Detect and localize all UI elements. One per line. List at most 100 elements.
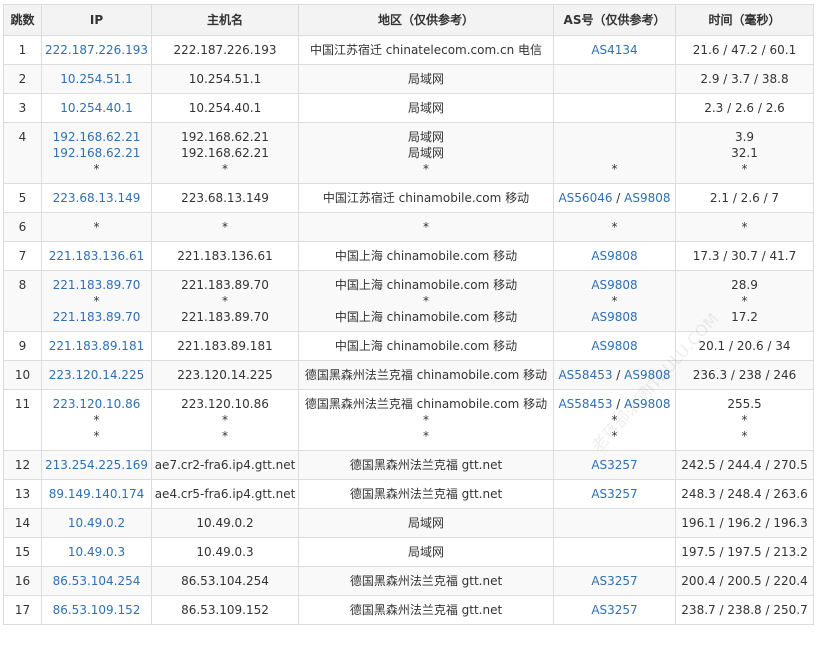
ip-link[interactable]: 86.53.104.254 <box>44 573 149 589</box>
region-text: 局域网 <box>407 72 444 86</box>
hostname-text: 223.68.13.149 <box>181 191 269 205</box>
ip-link[interactable]: 223.120.10.86 <box>44 396 149 412</box>
as-separator: / <box>612 368 625 382</box>
ip-cell: 86.53.109.152 <box>41 595 152 625</box>
time-text: 236.3 / 238 / 246 <box>692 368 797 382</box>
time-cell: 2.3 / 2.6 / 2.6 <box>675 93 814 123</box>
region-text: 局域网 <box>407 545 444 559</box>
region-cell: 德国黑森州法兰克福 gtt.net <box>298 595 554 625</box>
time-cell: 255.5 * * <box>675 389 814 451</box>
time-text: 255.5 <box>727 397 762 411</box>
hostname-text: 10.254.40.1 <box>188 101 262 115</box>
table-row: 1 222.187.226.193 222.187.226.193 中国江苏宿迁 ch… <box>3 35 814 65</box>
as-link[interactable]: AS58453 <box>558 368 612 382</box>
as-line <box>556 71 673 87</box>
as-link[interactable]: AS9808 <box>591 310 637 324</box>
region-text: 德国黑森州法兰克福 gtt.net <box>349 603 503 617</box>
time-text: 197.5 / 197.5 / 213.2 <box>681 545 808 559</box>
ip-link[interactable]: 192.168.62.21 <box>44 129 149 145</box>
ip-link[interactable]: 86.53.109.152 <box>44 602 149 618</box>
as-link[interactable]: AS9808 <box>591 339 637 353</box>
as-link[interactable]: AS56046 <box>558 191 612 205</box>
hostname-text: 221.183.89.70 <box>181 278 269 292</box>
ip-link[interactable]: 222.187.226.193 <box>44 42 149 58</box>
ip-cell: 10.254.51.1 <box>41 64 152 94</box>
ip-cell: 10.254.40.1 <box>41 93 152 123</box>
ip-link[interactable]: 223.120.14.225 <box>44 367 149 383</box>
as-link[interactable]: AS9808 <box>591 278 637 292</box>
as-link[interactable]: AS3257 <box>591 574 637 588</box>
ip-cell: * <box>41 212 152 242</box>
ip-cell: 221.183.136.61 <box>41 241 152 271</box>
as-line: * <box>556 428 673 444</box>
ip-link[interactable]: 223.68.13.149 <box>44 190 149 206</box>
header-hostname: 主机名 <box>151 4 299 36</box>
as-link[interactable]: AS4134 <box>591 43 637 57</box>
ip-link[interactable]: 10.254.40.1 <box>44 100 149 116</box>
hop-cell: 4 <box>3 122 42 184</box>
as-link[interactable]: AS9808 <box>591 249 637 263</box>
hop-cell: 17 <box>3 595 42 625</box>
header-ip: IP <box>41 4 152 36</box>
header-hop: 跳数 <box>3 4 42 36</box>
ip-cell: 221.183.89.70 * 221.183.89.70 <box>41 270 152 332</box>
ip-link[interactable]: 221.183.89.70 <box>44 309 149 325</box>
hostname-cell: 86.53.104.254 <box>151 566 299 596</box>
hostname-cell: * <box>151 212 299 242</box>
ip-link[interactable]: 10.254.51.1 <box>44 71 149 87</box>
ip-cell: 89.149.140.174 <box>41 479 152 509</box>
ip-cell: 10.49.0.3 <box>41 537 152 567</box>
region-cell: 德国黑森州法兰克福 gtt.net <box>298 479 554 509</box>
hostname-cell: 10.254.40.1 <box>151 93 299 123</box>
region-text: * <box>423 162 429 176</box>
ip-link[interactable]: 221.183.89.70 <box>44 277 149 293</box>
time-text: 17.3 / 30.7 / 41.7 <box>692 249 797 263</box>
ip-text: * <box>93 162 100 176</box>
table-body: 1 222.187.226.193 222.187.226.193 中国江苏宿迁 ch… <box>3 35 814 625</box>
as-cell: AS9808 * AS9808 <box>553 270 676 332</box>
hop-cell: 16 <box>3 566 42 596</box>
ip-link[interactable]: 10.49.0.2 <box>44 515 149 531</box>
header-region: 地区（仅供参考） <box>298 4 554 36</box>
time-cell: 17.3 / 30.7 / 41.7 <box>675 241 814 271</box>
as-link[interactable]: AS3257 <box>591 458 637 472</box>
ip-cell: 10.49.0.2 <box>41 508 152 538</box>
hop-cell: 3 <box>3 93 42 123</box>
time-text: * <box>741 162 748 176</box>
region-text: 中国江苏宿迁 chinamobile.com 移动 <box>322 191 530 205</box>
time-cell: 2.9 / 3.7 / 38.8 <box>675 64 814 94</box>
as-text: * <box>611 413 618 427</box>
region-text: * <box>423 413 429 427</box>
ip-link[interactable]: 221.183.89.181 <box>44 338 149 354</box>
as-line: AS9808 <box>556 309 673 325</box>
as-cell: AS3257 <box>553 450 676 480</box>
ip-link[interactable]: 221.183.136.61 <box>44 248 149 264</box>
as-link[interactable]: AS3257 <box>591 603 637 617</box>
hostname-cell: ae7.cr2-fra6.ip4.gtt.net <box>151 450 299 480</box>
as-link[interactable]: AS9808 <box>624 191 670 205</box>
hostname-cell: 10.254.51.1 <box>151 64 299 94</box>
as-cell <box>553 537 676 567</box>
time-text: * <box>741 294 748 308</box>
ip-link[interactable]: 10.49.0.3 <box>44 544 149 560</box>
time-text: 20.1 / 20.6 / 34 <box>698 339 791 353</box>
as-link[interactable]: AS9808 <box>624 368 670 382</box>
ip-link[interactable]: 89.149.140.174 <box>44 486 149 502</box>
ip-link[interactable]: 192.168.62.21 <box>44 145 149 161</box>
time-text: 242.5 / 244.4 / 270.5 <box>681 458 808 472</box>
time-cell: * <box>675 212 814 242</box>
time-text: 28.9 <box>731 278 758 292</box>
table-row: 8 221.183.89.70 * 221.183.89.70 221.183.89.7… <box>3 270 814 332</box>
time-text: * <box>741 220 748 234</box>
ip-cell: 222.187.226.193 <box>41 35 152 65</box>
hostname-cell: 223.68.13.149 <box>151 183 299 213</box>
hostname-cell: ae4.cr5-fra6.ip4.gtt.net <box>151 479 299 509</box>
time-text: 200.4 / 200.5 / 220.4 <box>681 574 808 588</box>
as-link[interactable]: AS58453 <box>558 397 612 411</box>
table-row: 3 10.254.40.1 10.254.40.1 局域网 2.3 / 2.6 / 2… <box>3 93 814 123</box>
ip-link[interactable]: 213.254.225.169 <box>44 457 149 473</box>
as-link[interactable]: AS3257 <box>591 487 637 501</box>
ip-text: * <box>93 220 100 234</box>
as-link[interactable]: AS9808 <box>624 397 670 411</box>
as-text: * <box>611 220 618 234</box>
